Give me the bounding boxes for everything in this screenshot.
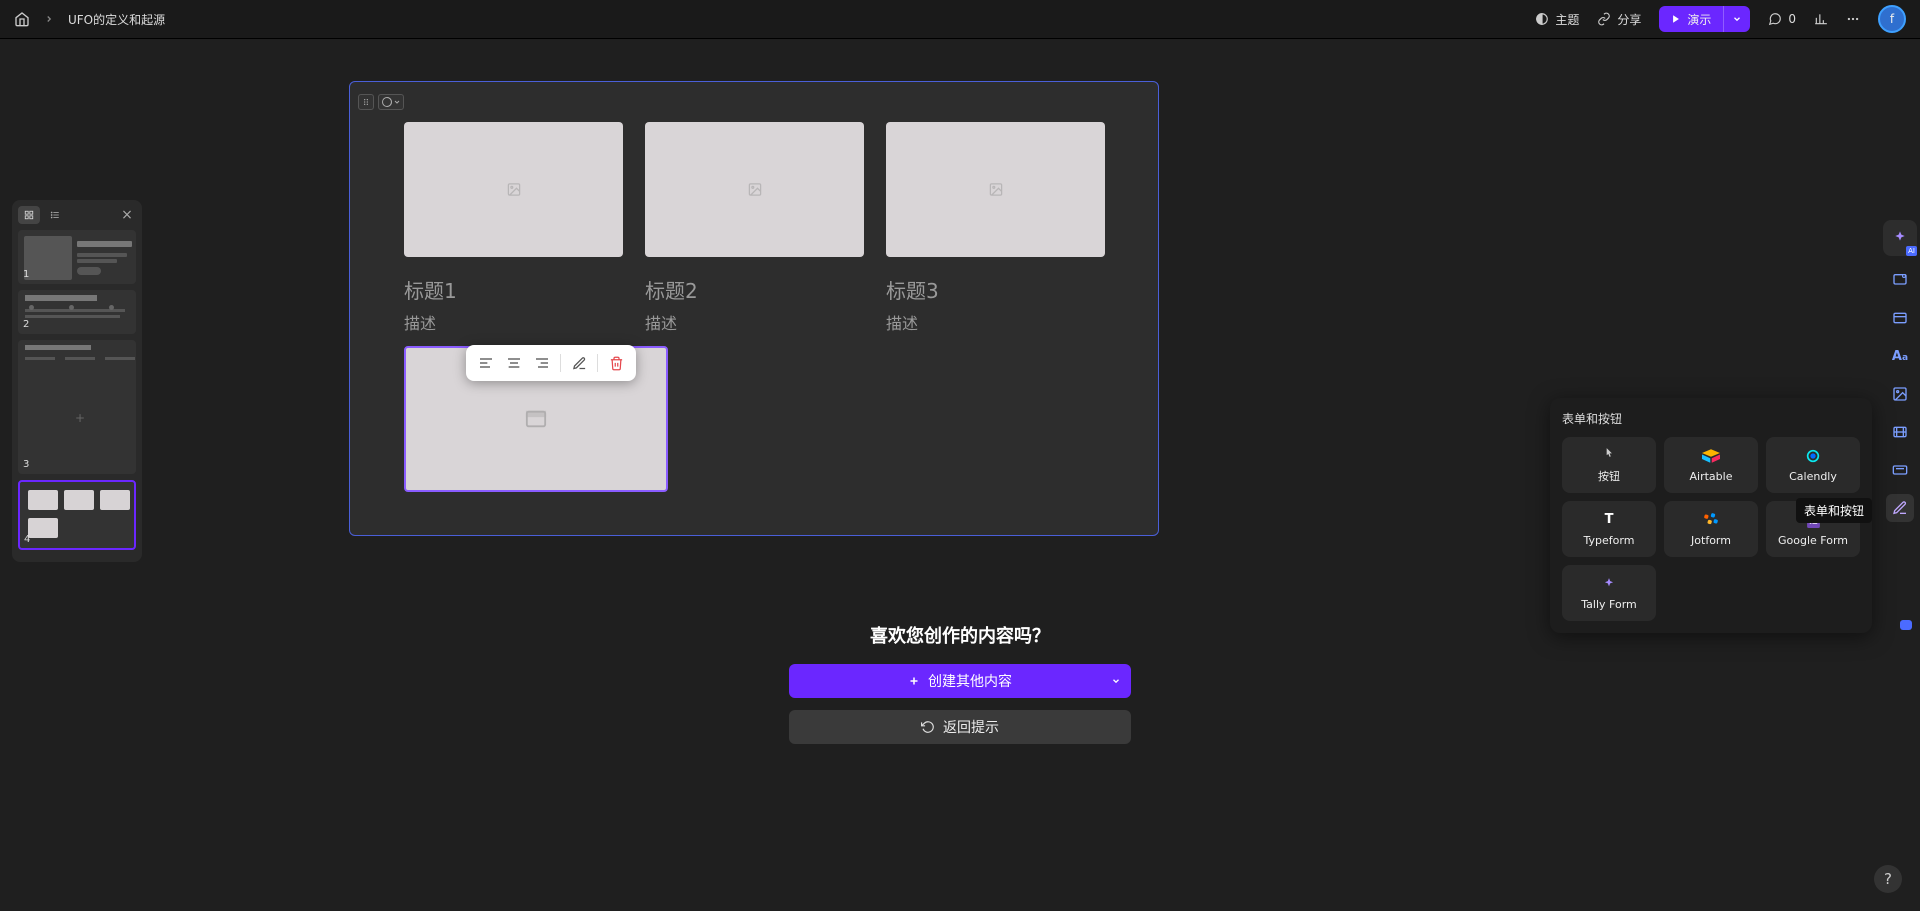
cell-desc[interactable]: 描述 — [886, 310, 1105, 334]
gallery-cell-1[interactable]: 标题1 描述 — [404, 122, 623, 334]
analytics-button[interactable] — [1814, 12, 1828, 26]
back-to-prompt-button[interactable]: 返回提示 — [789, 710, 1131, 744]
insert-typeform-option[interactable]: T Typeform — [1562, 501, 1656, 557]
card-templates-button[interactable] — [1886, 266, 1914, 294]
airtable-icon — [1702, 448, 1720, 464]
image-placeholder[interactable] — [645, 122, 864, 257]
bottom-prompt: 喜欢您创作的内容吗？ 创建其他内容 返回提示 — [789, 622, 1131, 756]
jotform-icon — [1702, 512, 1720, 528]
embed-button[interactable] — [1886, 456, 1914, 484]
chevron-right-icon — [44, 14, 54, 24]
insert-button-option[interactable]: 按钮 — [1562, 437, 1656, 493]
drag-handle-icon[interactable] — [358, 94, 374, 110]
cell-title[interactable]: 标题1 — [404, 275, 623, 304]
ai-button[interactable]: AI — [1883, 220, 1917, 256]
delete-button[interactable] — [604, 351, 628, 375]
color-picker-button[interactable] — [378, 94, 404, 110]
top-bar: UFO的定义和起源 主题 分享 演示 0 f — [0, 0, 1920, 39]
theme-button[interactable]: 主题 — [1535, 11, 1579, 28]
edit-button[interactable] — [567, 351, 591, 375]
align-center-button[interactable] — [502, 351, 526, 375]
align-left-button[interactable] — [474, 351, 498, 375]
comments-button[interactable]: 0 — [1768, 12, 1796, 26]
notification-dot[interactable] — [1900, 620, 1912, 630]
prompt-heading: 喜欢您创作的内容吗？ — [789, 622, 1131, 648]
more-button[interactable] — [1846, 12, 1860, 26]
image-placeholder[interactable] — [404, 122, 623, 257]
comment-icon — [1768, 12, 1782, 26]
gallery-cell-2[interactable]: 标题2 描述 — [645, 122, 864, 334]
align-right-button[interactable] — [530, 351, 554, 375]
undo-icon — [921, 720, 935, 734]
cell-title[interactable]: 标题3 — [886, 275, 1105, 304]
theme-icon — [1535, 12, 1549, 26]
plus-icon — [908, 675, 920, 687]
layout-button[interactable] — [1886, 304, 1914, 332]
create-more-button[interactable]: 创建其他内容 — [789, 664, 1131, 698]
calendly-icon — [1804, 448, 1822, 464]
pointer-icon — [1600, 446, 1618, 462]
cell-desc[interactable]: 描述 — [404, 310, 623, 334]
chevron-down-icon — [1732, 14, 1742, 24]
share-button[interactable]: 分享 — [1597, 11, 1641, 28]
play-icon — [1671, 14, 1681, 24]
insert-tallyform-option[interactable]: Tally Form — [1562, 565, 1656, 621]
tally-icon — [1600, 576, 1618, 592]
typeform-icon: T — [1600, 512, 1618, 528]
chart-icon — [1814, 12, 1828, 26]
gallery-cell-3[interactable]: 标题3 描述 — [886, 122, 1105, 334]
help-button[interactable]: ? — [1874, 865, 1902, 893]
user-avatar[interactable]: f — [1878, 5, 1906, 33]
video-button[interactable] — [1886, 418, 1914, 446]
forms-button[interactable] — [1886, 494, 1914, 522]
slide-card[interactable]: 标题1 描述 标题2 描述 标题3 描述 — [349, 81, 1159, 536]
present-button[interactable]: 演示 — [1659, 6, 1750, 32]
popup-title: 表单和按钮 — [1562, 410, 1860, 427]
chevron-down-icon — [1111, 676, 1121, 686]
cell-title[interactable]: 标题2 — [645, 275, 864, 304]
link-icon — [1597, 12, 1611, 26]
image-button[interactable] — [1886, 380, 1914, 408]
dots-icon — [1846, 12, 1860, 26]
insert-jotform-option[interactable]: Jotform — [1664, 501, 1758, 557]
insert-airtable-option[interactable]: Airtable — [1664, 437, 1758, 493]
tooltip: 表单和按钮 — [1796, 498, 1872, 523]
text-button[interactable]: Aa — [1886, 342, 1914, 370]
breadcrumb-title[interactable]: UFO的定义和起源 — [68, 11, 165, 28]
insert-calendly-option[interactable]: Calendly — [1766, 437, 1860, 493]
right-rail: AI Aa — [1880, 220, 1920, 522]
element-toolbar — [466, 345, 636, 381]
image-placeholder[interactable] — [886, 122, 1105, 257]
cell-desc[interactable]: 描述 — [645, 310, 864, 334]
present-dropdown[interactable] — [1723, 6, 1750, 32]
home-icon[interactable] — [14, 11, 30, 27]
